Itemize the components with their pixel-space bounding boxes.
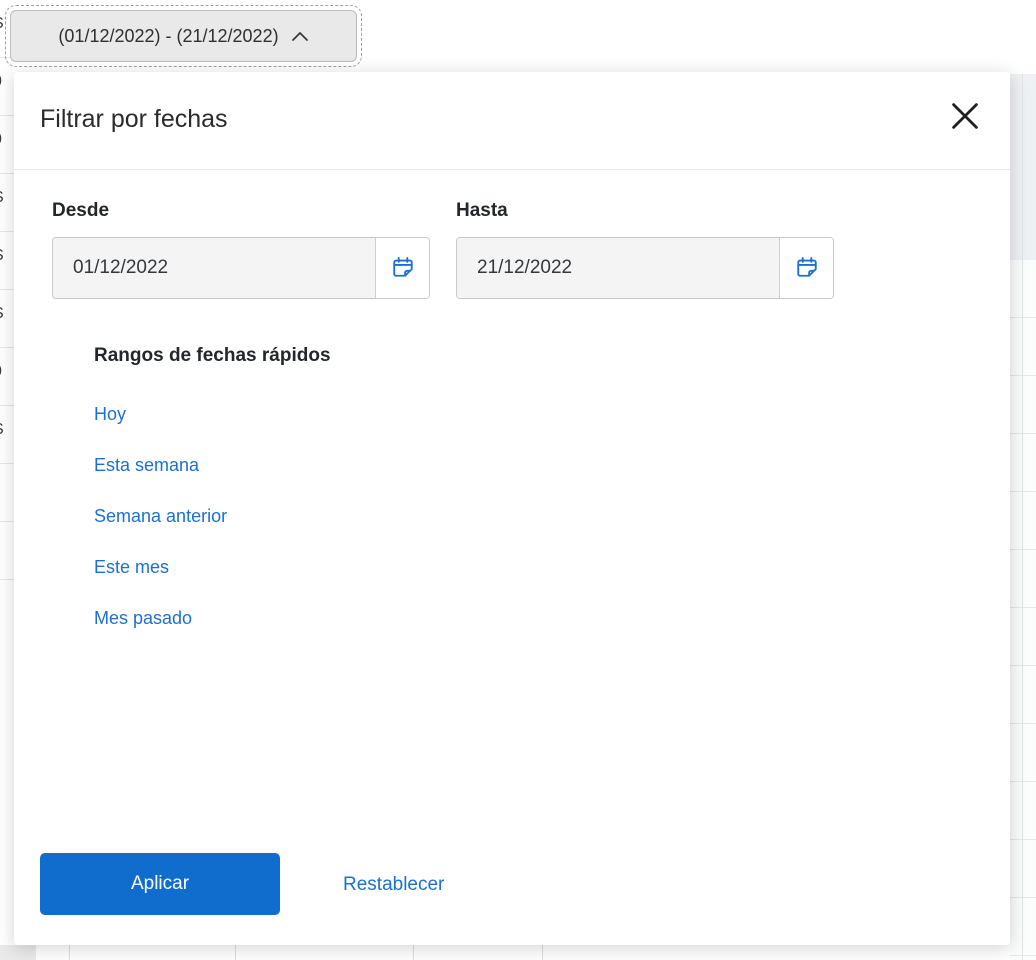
- background-table-rows-left: S 0 0 S S S 0 S: [0, 0, 14, 635]
- background-cell-fragment: S: [0, 189, 4, 207]
- to-date-field: [456, 237, 834, 299]
- chevron-up-icon: [291, 31, 309, 42]
- to-date-picker-button[interactable]: [780, 238, 833, 298]
- calendar-icon: [793, 253, 821, 284]
- calendar-icon: [389, 253, 417, 284]
- background-bottom-cell: [0, 945, 36, 960]
- quick-range-link-today[interactable]: Hoy: [94, 404, 126, 425]
- quick-ranges-heading: Rangos de fechas rápidos: [94, 345, 331, 366]
- background-cell-fragment: S: [0, 305, 4, 323]
- from-date-label: Desde: [52, 200, 110, 221]
- to-date-input[interactable]: [457, 238, 780, 298]
- background-column-border: [1022, 74, 1023, 960]
- close-icon: [946, 97, 984, 138]
- background-cell-fragment: 0: [0, 73, 2, 91]
- quick-range-link-last-month[interactable]: Mes pasado: [94, 608, 192, 629]
- dialog-title: Filtrar por fechas: [40, 105, 228, 133]
- from-date-input[interactable]: [53, 238, 376, 298]
- close-button[interactable]: [942, 94, 988, 140]
- background-column-border: [69, 945, 70, 960]
- title-divider: [14, 169, 1010, 170]
- date-range-dropdown-button[interactable]: (01/12/2022) - (21/12/2022): [5, 5, 362, 67]
- background-table-rows-right: [1010, 260, 1036, 960]
- background-cell-fragment: S: [0, 421, 4, 439]
- filter-by-dates-dialog: Filtrar por fechas Desde 01/12/2022 Hast…: [14, 72, 1010, 945]
- background-cell-fragment: S: [0, 247, 4, 265]
- background-cell-fragment: 0: [0, 363, 2, 381]
- background-cell-fragment: S: [0, 15, 4, 33]
- from-date-picker-button[interactable]: [376, 238, 429, 298]
- background-table-header-right: [1010, 74, 1036, 260]
- screen: IE OR S 0 0 S S S 0 S (01/12/2022) - (21…: [0, 0, 1036, 960]
- date-range-label: (01/12/2022) - (21/12/2022): [58, 25, 279, 46]
- apply-button[interactable]: Aplicar: [40, 853, 280, 915]
- quick-range-link-last-week[interactable]: Semana anterior: [94, 506, 227, 527]
- background-cell-fragment: 0: [0, 131, 2, 149]
- from-date-field: [52, 237, 430, 299]
- background-column-border: [413, 945, 414, 960]
- quick-range-link-this-week[interactable]: Esta semana: [94, 455, 199, 476]
- quick-range-link-this-month[interactable]: Este mes: [94, 557, 169, 578]
- background-column-border: [542, 945, 543, 960]
- to-date-label: Hasta: [456, 200, 508, 221]
- reset-link[interactable]: Restablecer: [343, 874, 444, 896]
- background-column-border: [235, 945, 236, 960]
